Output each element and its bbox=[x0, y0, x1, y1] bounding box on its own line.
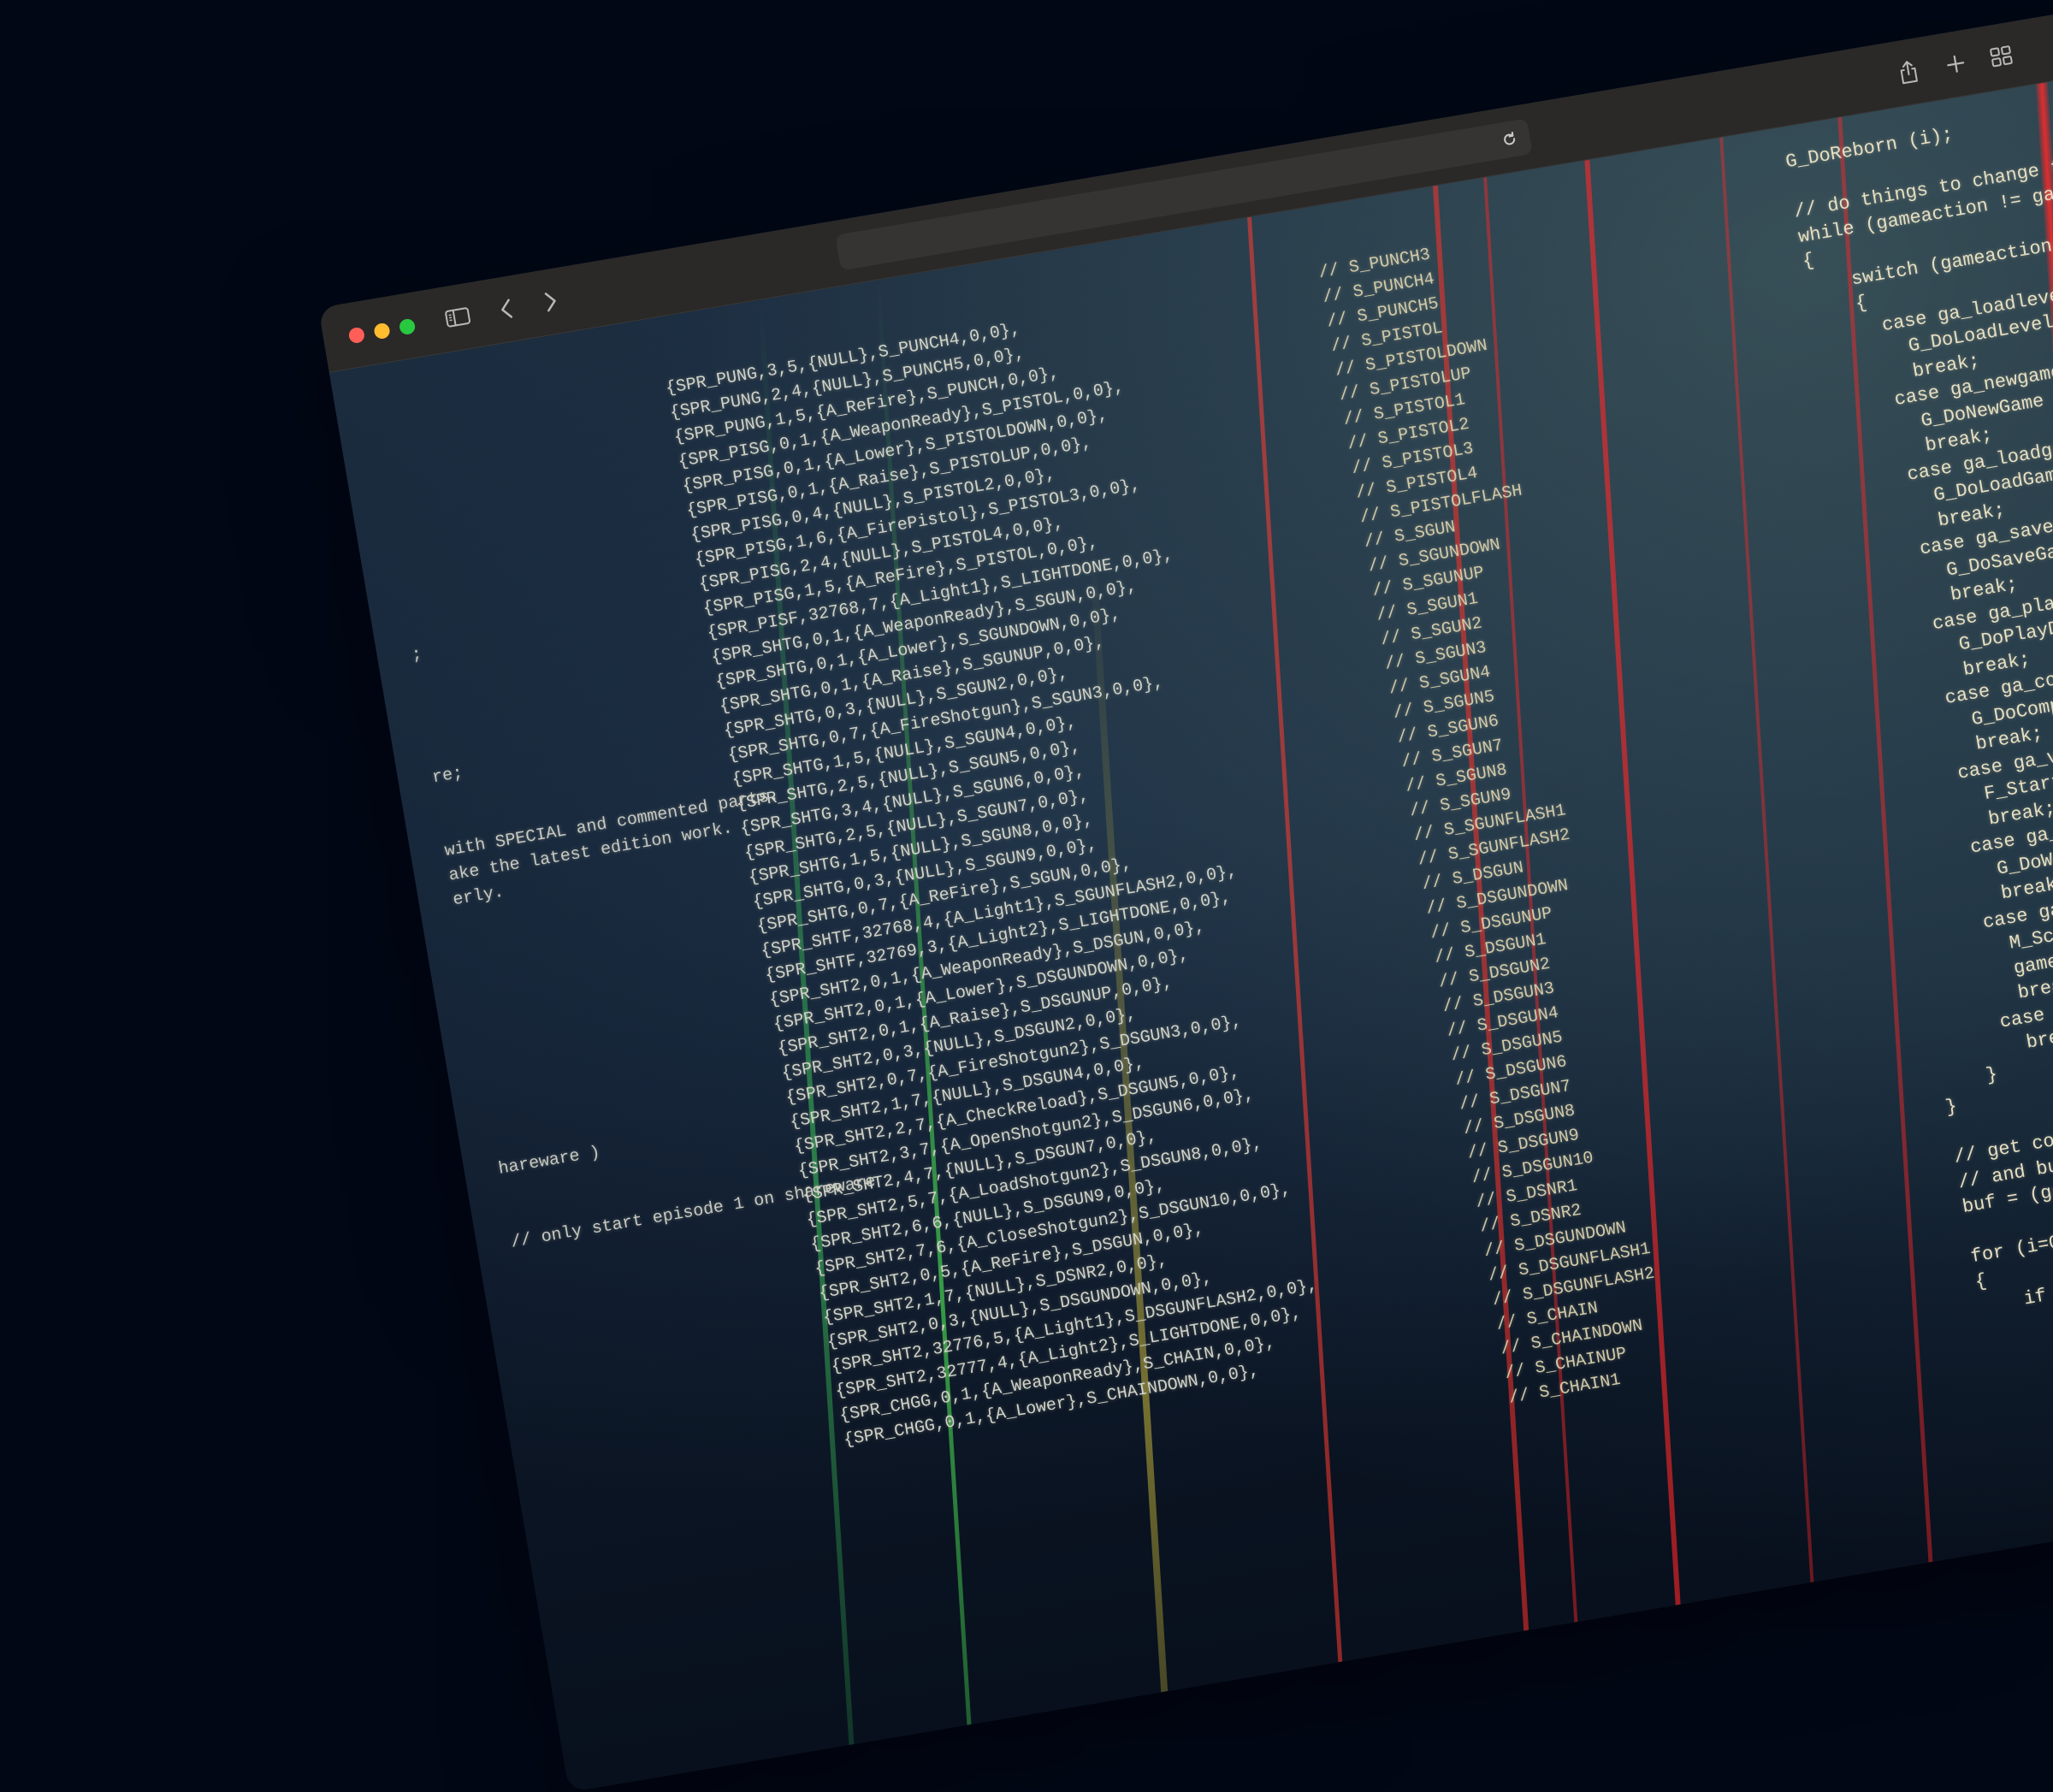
sidebar-icon[interactable] bbox=[439, 299, 476, 336]
zoom-window-button[interactable] bbox=[398, 317, 417, 336]
tab-grid-icon[interactable] bbox=[1983, 38, 2020, 75]
chevron-right-icon[interactable] bbox=[532, 283, 570, 321]
minimize-window-button[interactable] bbox=[373, 322, 391, 340]
browser-window: ; re; with SPECIAL and commented parts. a… bbox=[318, 0, 2053, 1792]
red-light-streak bbox=[1247, 216, 1343, 1663]
chevron-left-icon[interactable] bbox=[488, 290, 525, 328]
plus-icon[interactable] bbox=[1937, 45, 1974, 83]
reload-icon[interactable] bbox=[1500, 129, 1519, 149]
close-window-button[interactable] bbox=[347, 326, 366, 345]
code-comments-column: // S_PUNCH3// S_PUNCH4// S_PUNCH5// S_PI… bbox=[1316, 234, 1673, 1411]
share-icon[interactable] bbox=[1890, 53, 1927, 91]
code-states-column: {SPR_PUNG,3,5,{NULL},S_PUNCH4,0,0}, {SPR_… bbox=[664, 295, 1332, 1453]
code-game-loop: G_DoReborn (i); // do things to change t… bbox=[1784, 80, 2053, 1320]
red-light-streak bbox=[1719, 137, 1814, 1582]
